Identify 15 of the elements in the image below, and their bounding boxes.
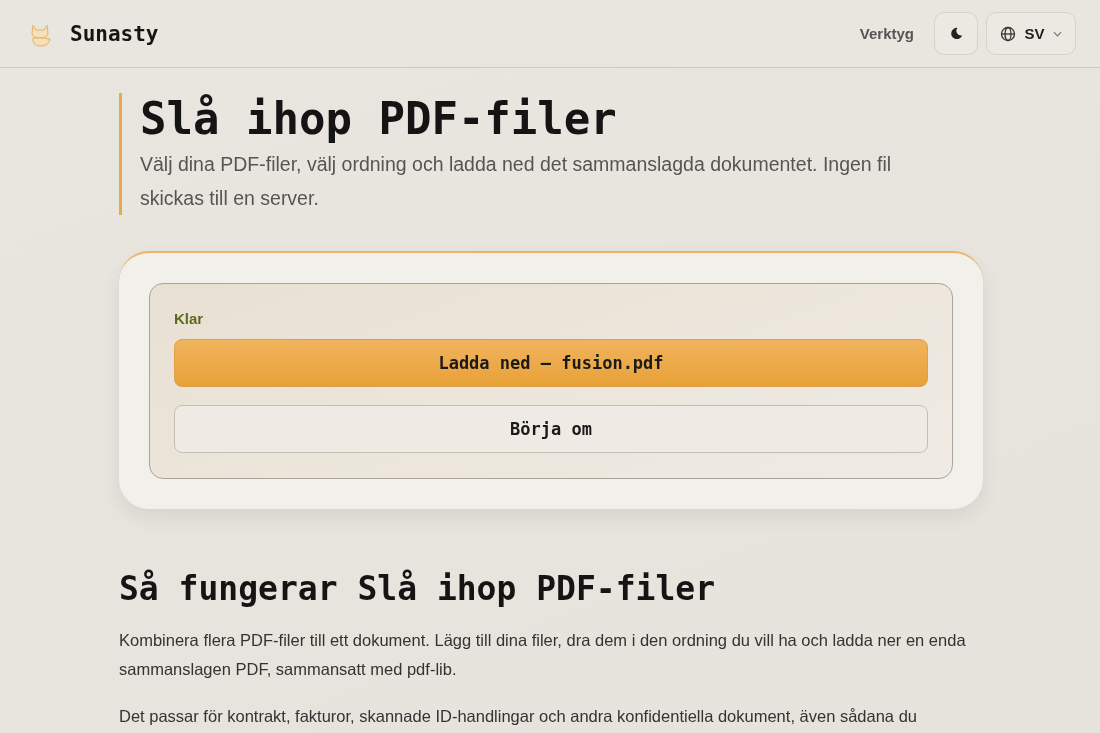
moon-icon xyxy=(948,26,964,41)
restart-button[interactable]: Börja om xyxy=(174,405,928,453)
body-paragraph: Det passar för kontrakt, fakturor, skannade ID-handlingar och andra konfidentiella dokument, även sådana du xyxy=(119,706,918,727)
chevron-down-icon xyxy=(1052,30,1062,37)
globe-icon xyxy=(1000,25,1017,42)
download-button[interactable]: Ladda ned — fusion.pdf xyxy=(174,339,928,387)
page-title: Slå ihop PDF-filer xyxy=(140,93,618,145)
nav-link[interactable]: Verktyg xyxy=(859,25,914,42)
body-paragraph: Kombinera flera PDF-filer till ett dokument. Lägg till dina filer, dra dem i den ordning du vill ha och ladda ner en enda sammanslagen PDF, sammansatt med pdf-lib. xyxy=(119,630,967,680)
brand-name[interactable]: Sunasty xyxy=(70,21,159,46)
section-heading: Så fungerar Slå ihop PDF-filer xyxy=(119,569,717,608)
theme-toggle-button[interactable] xyxy=(934,12,978,55)
language-selector[interactable]: SV xyxy=(986,12,1076,55)
page-subtitle: Välj dina PDF-filer, välj ordning och ladda ned det sammanslagda dokumentet. Ingen fil skickas till en server. xyxy=(140,152,893,211)
status-label: Klar xyxy=(174,310,205,327)
